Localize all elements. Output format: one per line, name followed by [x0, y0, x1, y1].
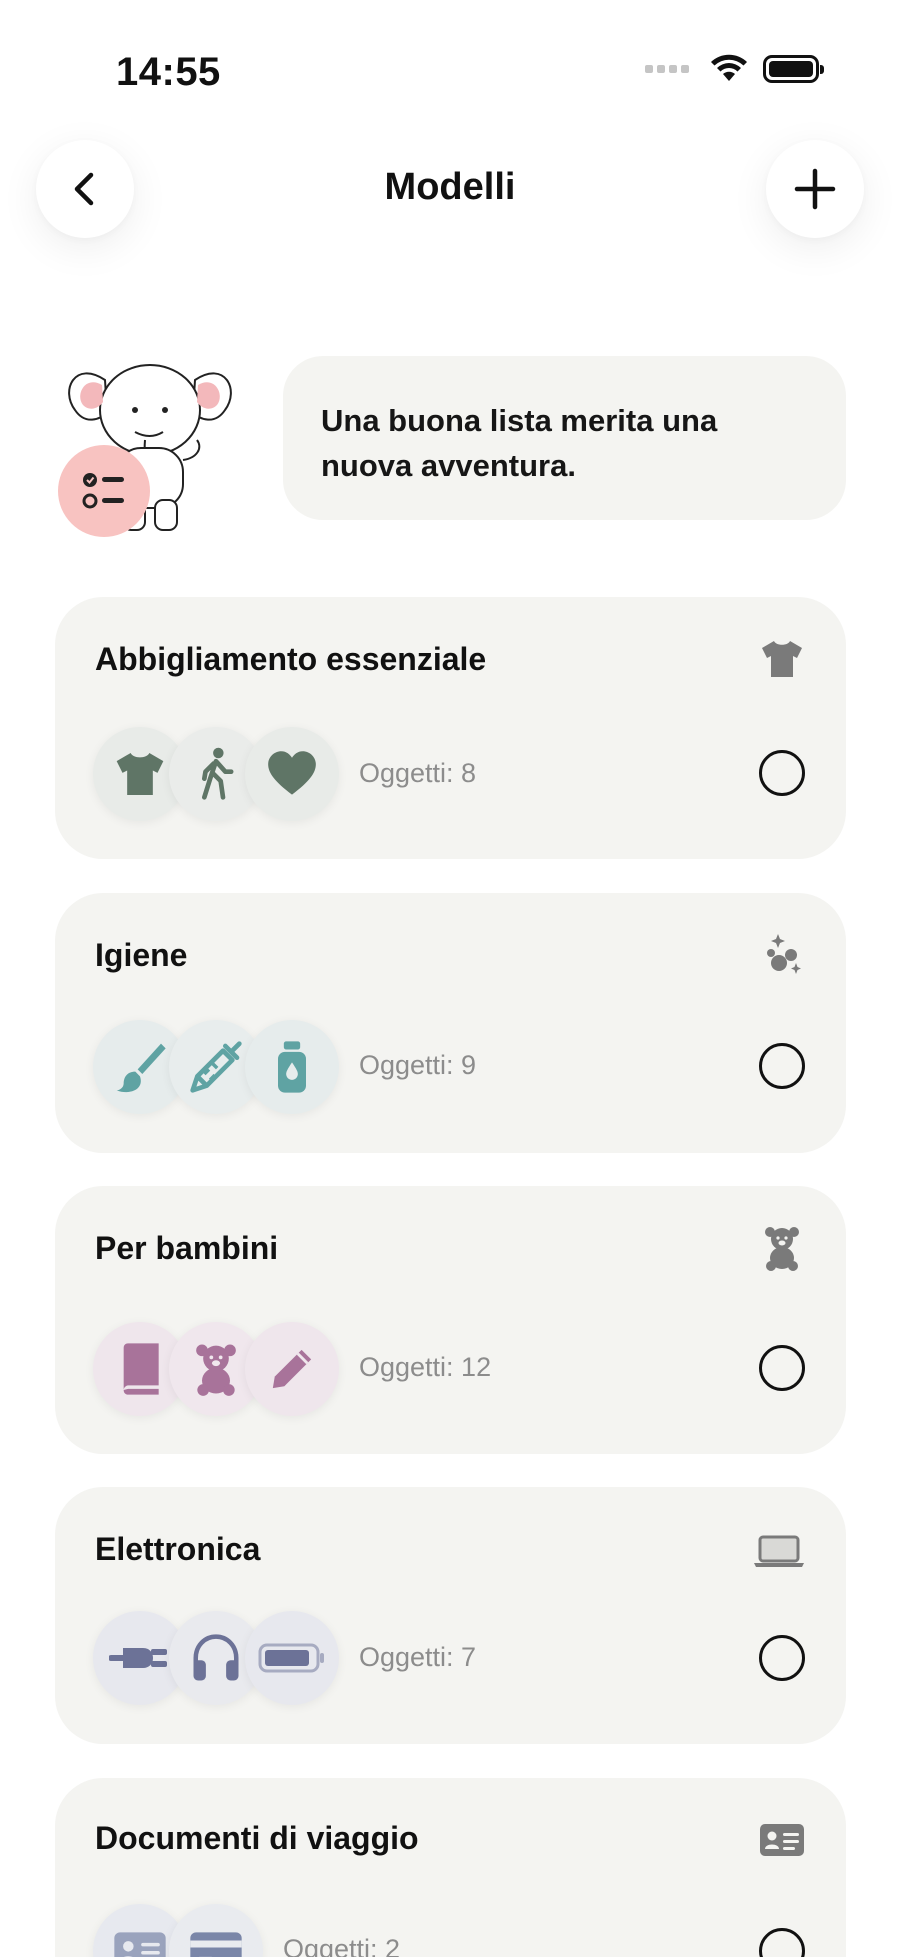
- template-card[interactable]: Per bambini Oggetti: 12: [55, 1186, 846, 1454]
- item-icon-circle: [245, 1322, 339, 1416]
- select-radio[interactable]: [759, 1043, 805, 1089]
- item-icon-circle: [245, 1020, 339, 1114]
- syringe-icon: [190, 1041, 242, 1093]
- bubbles-sparkle-icon: [767, 934, 801, 974]
- template-card[interactable]: Elettronica Oggetti: 7: [55, 1487, 846, 1744]
- id-card-icon: [760, 1824, 804, 1856]
- template-card[interactable]: Igiene Oggetti: 9: [55, 893, 846, 1153]
- select-radio[interactable]: [759, 750, 805, 796]
- motivation-message: Una buona lista merita una nuova avventu…: [283, 356, 846, 520]
- teddy-bear-icon: [196, 1344, 236, 1396]
- item-count: Oggetti: 12: [359, 1352, 492, 1382]
- wifi-icon: [711, 54, 747, 81]
- template-card[interactable]: Documenti di viaggio Oggetti: 2: [55, 1778, 846, 1957]
- item-icon-stack: [93, 1322, 339, 1416]
- template-title: Per bambini: [95, 1230, 279, 1266]
- bottle-icon: [278, 1041, 306, 1093]
- page-title: Modelli: [384, 166, 516, 208]
- heart-icon: [268, 751, 316, 795]
- item-icon-circle: [245, 727, 339, 821]
- template-card[interactable]: Abbigliamento essenziale Oggetti: 8: [55, 597, 846, 859]
- pencil-icon: [272, 1349, 312, 1389]
- template-title: Abbigliamento essenziale: [95, 641, 487, 677]
- item-icon-stack: [93, 1020, 339, 1114]
- cellular-signal-icon: [645, 65, 689, 73]
- item-count: Oggetti: 8: [359, 758, 477, 788]
- checklist-icon: [82, 473, 124, 509]
- status-time: 14:55: [116, 50, 221, 94]
- checklist-badge: [58, 445, 150, 537]
- template-title: Elettronica: [95, 1531, 261, 1567]
- battery-icon: [763, 55, 824, 83]
- id-card-icon: [114, 1932, 166, 1957]
- template-title: Documenti di viaggio: [95, 1820, 419, 1856]
- battery-icon: [258, 1643, 324, 1673]
- book-icon: [123, 1343, 159, 1395]
- tshirt-icon: [762, 641, 802, 677]
- plug-icon: [109, 1648, 167, 1668]
- select-radio[interactable]: [759, 1928, 805, 1957]
- laptop-icon: [754, 1535, 804, 1567]
- item-icon-stack: [93, 1904, 263, 1957]
- item-count: Oggetti: 9: [359, 1050, 477, 1080]
- plus-icon: [794, 168, 836, 210]
- walking-person-icon: [201, 747, 234, 800]
- item-count: Oggetti: 2: [283, 1934, 401, 1957]
- item-icon-stack: [93, 727, 339, 821]
- headphones-icon: [193, 1634, 239, 1681]
- tshirt-icon: [116, 753, 164, 795]
- brush-icon: [116, 1043, 166, 1093]
- select-radio[interactable]: [759, 1635, 805, 1681]
- template-title: Igiene: [95, 937, 188, 973]
- item-count: Oggetti: 7: [359, 1642, 477, 1672]
- status-icons: [645, 54, 824, 84]
- item-icon-stack: [93, 1611, 339, 1705]
- add-template-button[interactable]: [766, 140, 864, 238]
- item-icon-circle: [169, 1904, 263, 1957]
- teddy-bear-icon: [765, 1227, 799, 1271]
- item-icon-circle: [245, 1611, 339, 1705]
- credit-card-icon: [190, 1932, 242, 1957]
- status-bar: 14:55: [0, 0, 900, 150]
- select-radio[interactable]: [759, 1345, 805, 1391]
